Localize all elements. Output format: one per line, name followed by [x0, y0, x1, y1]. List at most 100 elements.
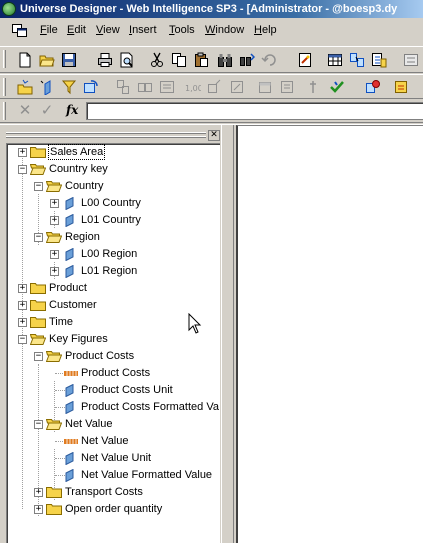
expand-icon[interactable]: + [34, 505, 43, 514]
link-universe-icon [366, 80, 380, 93]
title-bar[interactable]: Universe Designer - Web Intelligence SP3… [0, 0, 423, 18]
expand-icon[interactable]: + [50, 267, 59, 276]
document-window-icon[interactable] [12, 24, 28, 38]
collapse-icon[interactable]: − [34, 352, 43, 361]
tree-item-label: Product Costs [81, 367, 151, 379]
pane-splitter[interactable] [220, 125, 235, 543]
collapse-icon[interactable]: − [34, 233, 43, 242]
collapse-icon[interactable]: − [34, 182, 43, 191]
tree-item-l00-region[interactable]: + L00 Region [7, 246, 219, 262]
parameters-button[interactable] [392, 78, 410, 96]
menu-file[interactable]: File [40, 24, 58, 36]
copy-button[interactable] [170, 51, 188, 69]
detect-joins-icon [372, 53, 387, 68]
find-button[interactable] [216, 51, 234, 69]
tree-item-label: Time [49, 316, 74, 328]
menu-window[interactable]: Window [205, 24, 244, 36]
tree-item-transport-costs[interactable]: + Transport Costs [7, 484, 219, 500]
refresh-structure-button[interactable] [82, 78, 100, 96]
menu-help[interactable]: Help [254, 24, 277, 36]
expand-icon[interactable]: + [34, 488, 43, 497]
insert-class-button[interactable] [16, 78, 34, 96]
tree-item-country[interactable]: − Country [7, 178, 219, 194]
expand-icon[interactable]: + [18, 301, 27, 310]
tree-item-country-key[interactable]: − Country key [7, 161, 219, 177]
formula-input[interactable] [86, 102, 423, 120]
dimension-object-icon [65, 248, 74, 261]
join-button[interactable] [348, 51, 366, 69]
tree-item-product-costs-unit[interactable]: Product Costs Unit [7, 382, 219, 398]
wizard-icon [299, 53, 311, 67]
open-button[interactable] [38, 51, 56, 69]
expand-icon[interactable]: + [18, 148, 27, 157]
tree-item-net-value-formatted-value[interactable]: Net Value Formatted Value [7, 467, 219, 483]
save-button[interactable] [60, 51, 78, 69]
validate-formula-button[interactable]: ✓ [38, 103, 56, 119]
tables-view-button[interactable] [256, 78, 274, 96]
properties-grey-icon [310, 81, 316, 93]
toolbar-grip[interactable] [3, 78, 6, 96]
collapse-icon[interactable]: − [18, 165, 27, 174]
collapse-icon[interactable]: − [18, 335, 27, 344]
expand-icon[interactable]: + [50, 199, 59, 208]
expand-icon[interactable]: + [18, 284, 27, 293]
tree-item-region[interactable]: − Region [7, 229, 219, 245]
tree-item-net-value-measure[interactable]: Net Value [7, 433, 219, 449]
cardinality-button[interactable] [402, 51, 420, 69]
menu-tools[interactable]: Tools [169, 24, 195, 36]
tree-item-product-costs-measure[interactable]: Product Costs [7, 365, 219, 381]
paste-button[interactable] [192, 51, 210, 69]
tree-item-label: Product Costs Unit [81, 384, 173, 396]
tree-item-customer[interactable]: + Customer [7, 297, 219, 313]
wizard-button[interactable] [296, 51, 314, 69]
table-browser-button[interactable] [326, 51, 344, 69]
menu-edit[interactable]: Edit [67, 24, 86, 36]
check-integrity-button[interactable] [328, 78, 346, 96]
query-button[interactable] [278, 78, 296, 96]
panel-close-button[interactable]: ✕ [208, 130, 220, 141]
row-count-button[interactable]: 1,00 [184, 78, 202, 96]
tree-item-net-value-class[interactable]: − Net Value [7, 416, 219, 432]
cut-button[interactable] [148, 51, 166, 69]
tables-button[interactable] [136, 78, 154, 96]
menu-insert[interactable]: Insert [129, 24, 157, 36]
toolbar-grip[interactable] [3, 50, 6, 68]
find-replace-button[interactable] [238, 51, 256, 69]
tree-item-open-order-quantity[interactable]: + Open order quantity [7, 501, 219, 517]
detect-joins-button[interactable] [370, 51, 388, 69]
menu-view[interactable]: View [96, 24, 120, 36]
insert-object-button[interactable] [38, 78, 56, 96]
formula-bar: ✕ ✓ fx [0, 100, 423, 122]
expand-icon[interactable]: + [50, 216, 59, 225]
new-button[interactable] [16, 51, 34, 69]
tree-item-product-costs-class[interactable]: − Product Costs [7, 348, 219, 364]
tree-item-product[interactable]: + Product [7, 280, 219, 296]
print-preview-button[interactable] [118, 51, 136, 69]
cancel-formula-button[interactable]: ✕ [16, 103, 34, 119]
tree-item-sales-area[interactable]: + Sales Area [7, 144, 219, 160]
panel-grip[interactable] [6, 131, 206, 140]
formula-bar-grip[interactable] [3, 102, 6, 120]
structure-pane[interactable] [236, 125, 423, 543]
collapse-icon[interactable]: − [34, 420, 43, 429]
list-mode-button[interactable] [158, 78, 176, 96]
fx-label[interactable]: fx [66, 103, 78, 117]
filter-funnel-icon [61, 80, 77, 95]
tree-item-net-value-unit[interactable]: Net Value Unit [7, 450, 219, 466]
tree-item-l01-country[interactable]: + L01 Country [7, 212, 219, 228]
universe-designer-app-icon[interactable] [2, 2, 16, 16]
folder-icon [30, 317, 46, 328]
print-button[interactable] [96, 51, 114, 69]
tree-item-product-costs-formatted-value[interactable]: Product Costs Formatted Va [7, 399, 219, 415]
expand-icon[interactable]: + [18, 318, 27, 327]
expand-icon[interactable]: + [50, 250, 59, 259]
zoom-button[interactable] [228, 78, 246, 96]
tree-item-l01-region[interactable]: + L01 Region [7, 263, 219, 279]
arrange-tables-button[interactable] [114, 78, 132, 96]
object-properties-button[interactable] [304, 78, 322, 96]
tree-item-l00-country[interactable]: + L00 Country [7, 195, 219, 211]
insert-condition-button[interactable] [60, 78, 78, 96]
undo-button[interactable] [260, 51, 278, 69]
link-universe-button[interactable] [364, 78, 382, 96]
view-values-button[interactable] [206, 78, 224, 96]
